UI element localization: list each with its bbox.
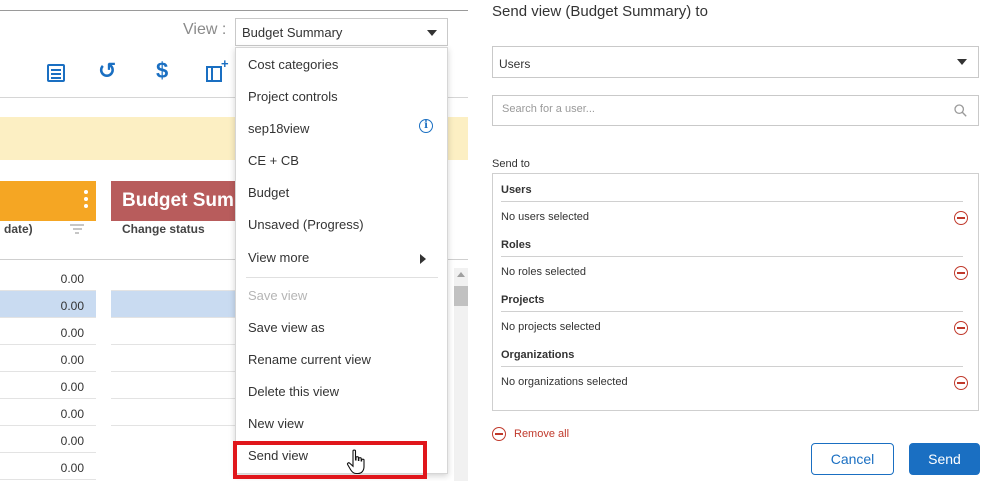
remove-roles-icon[interactable] bbox=[954, 266, 968, 280]
remove-all-icon bbox=[492, 427, 506, 441]
scroll-thumb[interactable] bbox=[454, 286, 468, 306]
recipient-type-select[interactable]: Users bbox=[492, 46, 979, 78]
view-dropdown-menu: Cost categories Project controls sep18vi… bbox=[235, 47, 448, 474]
hand-cursor-icon bbox=[346, 449, 365, 475]
info-icon[interactable]: i bbox=[419, 119, 433, 133]
group-empty-users: No users selected bbox=[501, 211, 590, 223]
send-to-panel: Users No users selected Roles No roles s… bbox=[492, 173, 979, 411]
remove-projects-icon[interactable] bbox=[954, 321, 968, 335]
table-cell[interactable] bbox=[111, 399, 236, 426]
undo-icon[interactable]: ↺ bbox=[98, 58, 116, 84]
table-row[interactable]: 0.00 bbox=[0, 426, 96, 453]
group-divider bbox=[501, 366, 963, 367]
column-header-change-status[interactable]: Change status bbox=[122, 222, 205, 236]
group-divider bbox=[501, 311, 963, 312]
table-cell[interactable] bbox=[111, 345, 236, 372]
group-empty-projects: No projects selected bbox=[501, 321, 601, 333]
menu-divider bbox=[246, 277, 438, 278]
group-divider bbox=[501, 201, 963, 202]
group-title-users: Users bbox=[501, 184, 532, 196]
list-icon[interactable] bbox=[47, 64, 65, 82]
send-button[interactable]: Send bbox=[909, 443, 980, 475]
remove-all-label: Remove all bbox=[514, 428, 570, 440]
chevron-right-icon bbox=[420, 254, 426, 264]
group-empty-organizations: No organizations selected bbox=[501, 376, 628, 388]
menu-item-view-more[interactable]: View more bbox=[248, 250, 309, 265]
menu-item-save-view: Save view bbox=[248, 288, 308, 303]
view-select[interactable]: Budget Summary bbox=[235, 18, 448, 46]
caret-down-icon bbox=[427, 30, 437, 36]
filter-icon[interactable] bbox=[70, 224, 84, 234]
budget-summary-header: Budget Summ bbox=[111, 181, 241, 221]
user-search-box[interactable] bbox=[492, 95, 979, 126]
group-title-projects: Projects bbox=[501, 294, 545, 306]
menu-item-budget[interactable]: Budget bbox=[248, 185, 289, 200]
table-row[interactable]: 0.00 bbox=[0, 399, 96, 426]
table-row[interactable]: 0.00 bbox=[0, 372, 96, 399]
send-view-highlight bbox=[233, 441, 427, 479]
menu-item-sep18view[interactable]: sep18view bbox=[248, 121, 309, 136]
menu-item-ce-cb[interactable]: CE + CB bbox=[248, 153, 299, 168]
kebab-menu-icon[interactable] bbox=[84, 190, 88, 211]
menu-item-project-controls[interactable]: Project controls bbox=[248, 89, 338, 104]
recipient-type-value: Users bbox=[499, 57, 531, 71]
top-divider bbox=[0, 10, 468, 11]
view-label: View : bbox=[183, 21, 227, 38]
remove-users-icon[interactable] bbox=[954, 211, 968, 225]
vertical-scrollbar[interactable] bbox=[454, 268, 468, 481]
user-search-input[interactable] bbox=[502, 103, 922, 115]
menu-item-unsaved-progress[interactable]: Unsaved (Progress) bbox=[248, 217, 364, 232]
menu-item-rename-current-view[interactable]: Rename current view bbox=[248, 352, 371, 367]
table-cell[interactable] bbox=[111, 318, 236, 345]
add-column-icon[interactable] bbox=[206, 56, 229, 82]
table-row[interactable]: 0.00 bbox=[0, 318, 96, 345]
group-empty-roles: No roles selected bbox=[501, 266, 586, 278]
send-to-label: Send to bbox=[492, 158, 530, 170]
menu-item-save-view-as[interactable]: Save view as bbox=[248, 320, 325, 335]
table-row[interactable]: 0.00 bbox=[0, 264, 96, 291]
table-cell[interactable] bbox=[111, 291, 236, 318]
table-cell[interactable] bbox=[111, 372, 236, 399]
dollar-icon[interactable]: $ bbox=[156, 58, 168, 84]
search-icon[interactable] bbox=[954, 104, 967, 117]
dialog-title: Send view (Budget Summary) to bbox=[492, 3, 708, 20]
cancel-button[interactable]: Cancel bbox=[811, 443, 894, 475]
menu-item-new-view[interactable]: New view bbox=[248, 416, 304, 431]
app-screen: View : Budget Summary ↺ $ Budget Summ da… bbox=[0, 0, 986, 481]
table-row[interactable]: 0.00 bbox=[0, 291, 96, 318]
group-title-roles: Roles bbox=[501, 239, 531, 251]
view-select-value: Budget Summary bbox=[242, 25, 343, 40]
scroll-up-icon[interactable] bbox=[457, 272, 465, 277]
table-row[interactable]: 0.00 bbox=[0, 345, 96, 372]
group-title-organizations: Organizations bbox=[501, 349, 575, 361]
remove-organizations-icon[interactable] bbox=[954, 376, 968, 390]
group-divider bbox=[501, 256, 963, 257]
column-group-header bbox=[0, 181, 96, 221]
caret-down-icon bbox=[957, 59, 967, 65]
column-header-date[interactable]: date) bbox=[4, 222, 33, 236]
menu-item-cost-categories[interactable]: Cost categories bbox=[248, 57, 338, 72]
table-row[interactable]: 0.00 bbox=[0, 453, 96, 480]
table-cell[interactable] bbox=[111, 264, 236, 291]
menu-item-delete-this-view[interactable]: Delete this view bbox=[248, 384, 339, 399]
